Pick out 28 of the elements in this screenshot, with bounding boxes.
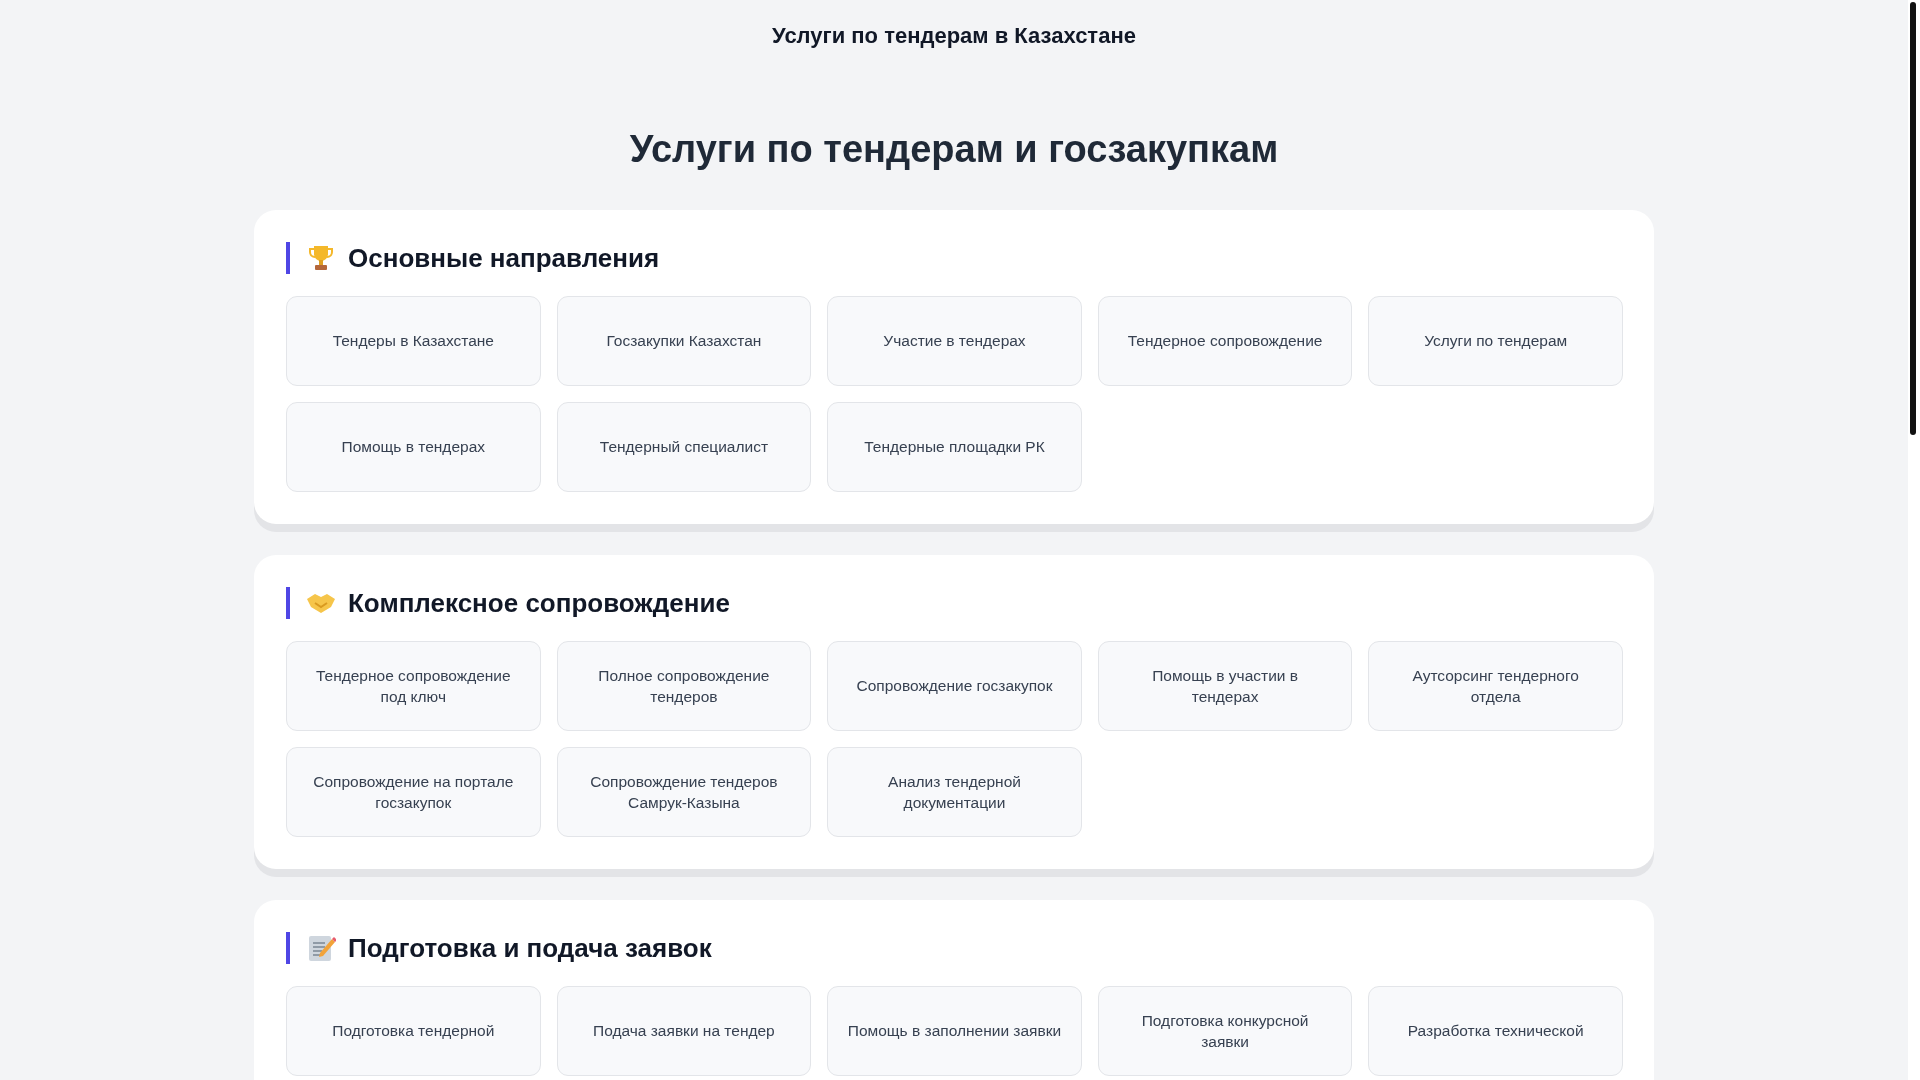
service-link[interactable]: Анализ тендерной документации bbox=[827, 747, 1082, 838]
service-link[interactable]: Госзакупки Казахстан bbox=[556, 296, 812, 387]
service-link[interactable]: Тендерный специалист bbox=[556, 402, 812, 493]
memo-icon bbox=[306, 933, 336, 964]
service-link[interactable]: Помощь в тендерах bbox=[286, 402, 541, 493]
service-link[interactable]: Тендерное сопровождение bbox=[1097, 296, 1353, 387]
service-link[interactable]: Услуги по тендерам bbox=[1368, 296, 1623, 387]
service-link[interactable]: Сопровождение тендеров Самрук-Казына bbox=[556, 747, 812, 838]
section-title: Комплексное сопровождение bbox=[348, 587, 730, 619]
service-link[interactable]: Тендерное сопровождение под ключ bbox=[286, 641, 541, 732]
service-link[interactable]: Аутсорсинг тендерного отдела bbox=[1368, 641, 1623, 732]
service-link[interactable]: Разработка технической bbox=[1368, 986, 1623, 1077]
section-title: Основные направления bbox=[348, 242, 660, 274]
service-link[interactable]: Сопровождение на портале госзакупок bbox=[286, 747, 541, 838]
page-title: Услуги по тендерам и госзакупкам bbox=[628, 126, 1280, 172]
service-link[interactable]: Помощь в заполнении заявки bbox=[827, 986, 1082, 1077]
service-link[interactable]: Тендерные площадки РК bbox=[827, 402, 1082, 493]
service-link[interactable]: Подача заявки на тендер bbox=[556, 986, 812, 1077]
service-link[interactable]: Подготовка конкурсной заявки bbox=[1097, 986, 1353, 1077]
site-title: Услуги по тендерам в Казахстане bbox=[771, 22, 1137, 50]
scrollbar-thumb[interactable] bbox=[1910, 2, 1916, 435]
service-link[interactable]: Помощь в участии в тендерах bbox=[1097, 641, 1353, 732]
service-link[interactable]: Сопровождение госзакупок bbox=[827, 641, 1082, 732]
section-title: Подготовка и подача заявок bbox=[348, 932, 712, 964]
service-link[interactable]: Полное сопровождение тендеров bbox=[556, 641, 812, 732]
service-link[interactable]: Участие в тендерах bbox=[827, 296, 1082, 387]
service-link[interactable]: Подготовка тендерной bbox=[286, 986, 541, 1077]
service-link[interactable]: Тендеры в Казахстане bbox=[286, 296, 541, 387]
